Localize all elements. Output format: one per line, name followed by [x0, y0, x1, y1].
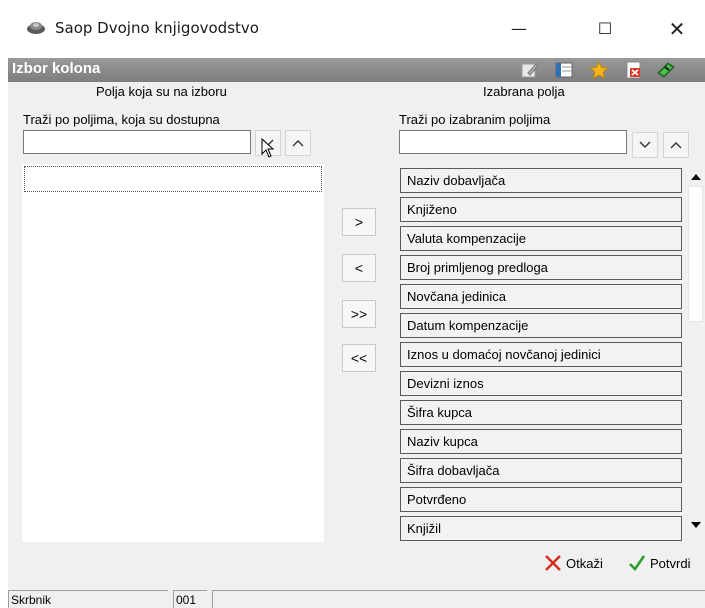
- list-item[interactable]: Šifra kupca: [400, 400, 682, 425]
- list-item[interactable]: Iznos u domaćoj novčanoj jedinici: [400, 342, 682, 367]
- close-button[interactable]: ✕: [654, 14, 700, 44]
- cancel-button[interactable]: Otkaži: [544, 554, 603, 572]
- dialog-title: Izbor kolona: [12, 60, 101, 77]
- list-item[interactable]: Datum kompenzacije: [400, 313, 682, 338]
- list-item[interactable]: Naziv kupca: [400, 429, 682, 454]
- available-fields-heading: Polja koja su na izboru: [96, 84, 227, 99]
- list-item[interactable]: Šifra dobavljača: [400, 458, 682, 483]
- list-item[interactable]: Potvrđeno: [400, 487, 682, 512]
- confirm-label: Potvrdi: [650, 555, 691, 571]
- move-right-button[interactable]: >: [342, 208, 376, 236]
- scroll-up-button[interactable]: [686, 168, 705, 186]
- mouse-cursor-icon: [261, 138, 275, 158]
- maximize-button[interactable]: ☐: [582, 14, 628, 44]
- list-item[interactable]: Broj primljenog predloga: [400, 255, 682, 280]
- confirm-button[interactable]: Potvrdi: [628, 554, 690, 572]
- star-icon[interactable]: [589, 61, 609, 79]
- list-item[interactable]: Knjiženo: [400, 197, 682, 222]
- window-titlebar: Saop Dvojno knjigovodstvo — ☐ ✕: [0, 0, 705, 56]
- available-search-label: Traži po poljima, koja su dostupna: [23, 112, 220, 127]
- checkmark-icon: [629, 555, 646, 572]
- list-item[interactable]: Novčana jedinica: [400, 284, 682, 309]
- status-message: [212, 590, 705, 608]
- selected-search-prev-button[interactable]: [663, 132, 689, 158]
- window-title: Saop Dvojno knjigovodstvo: [55, 19, 259, 37]
- selected-search-next-button[interactable]: [632, 132, 658, 158]
- chevron-down-icon: [639, 141, 651, 148]
- book-icon[interactable]: [656, 61, 676, 79]
- column-picker-panel: Polja koja su na izboru Izabrana polja T…: [8, 82, 705, 544]
- selected-list-scrollbar[interactable]: [686, 166, 705, 540]
- columns-icon[interactable]: [554, 61, 574, 79]
- scroll-down-button[interactable]: [686, 516, 705, 534]
- available-fields-list[interactable]: [22, 164, 324, 544]
- chevron-up-icon: [670, 142, 682, 149]
- list-item[interactable]: Naziv dobavljača: [400, 168, 682, 193]
- app-logo-icon: [27, 22, 45, 34]
- triangle-down-icon: [690, 522, 701, 528]
- cancel-x-icon: [545, 555, 561, 571]
- selected-search-input[interactable]: [399, 130, 627, 154]
- status-user: Skrbnik: [8, 590, 168, 608]
- move-all-left-button[interactable]: <<: [342, 344, 376, 372]
- triangle-up-icon: [690, 174, 701, 180]
- move-left-button[interactable]: <: [342, 254, 376, 282]
- selected-fields-heading: Izabrana polja: [483, 84, 565, 99]
- delete-icon[interactable]: [624, 61, 644, 79]
- list-item[interactable]: Devizni iznos: [400, 371, 682, 396]
- list-item-focus[interactable]: [24, 166, 322, 192]
- available-search-input[interactable]: [23, 130, 251, 154]
- dialog-header: Izbor kolona: [8, 58, 705, 82]
- status-bar: Skrbnik 001: [8, 586, 705, 608]
- selected-fields-list[interactable]: Naziv dobavljača Knjiženo Valuta kompenz…: [400, 164, 684, 542]
- chevron-up-icon: [292, 140, 304, 147]
- minimize-button[interactable]: —: [496, 14, 542, 44]
- selected-search-label: Traži po izabranim poljima: [399, 112, 551, 127]
- edit-icon[interactable]: [520, 61, 540, 79]
- move-all-right-button[interactable]: >>: [342, 300, 376, 328]
- dialog-footer: Otkaži Potvrdi: [8, 542, 705, 586]
- available-search-prev-button[interactable]: [285, 130, 311, 156]
- list-item[interactable]: Knjižil: [400, 516, 682, 541]
- list-item[interactable]: Valuta kompenzacije: [400, 226, 682, 251]
- scrollbar-thumb[interactable]: [688, 186, 703, 322]
- status-code: 001: [173, 590, 207, 608]
- cancel-label: Otkaži: [566, 555, 603, 571]
